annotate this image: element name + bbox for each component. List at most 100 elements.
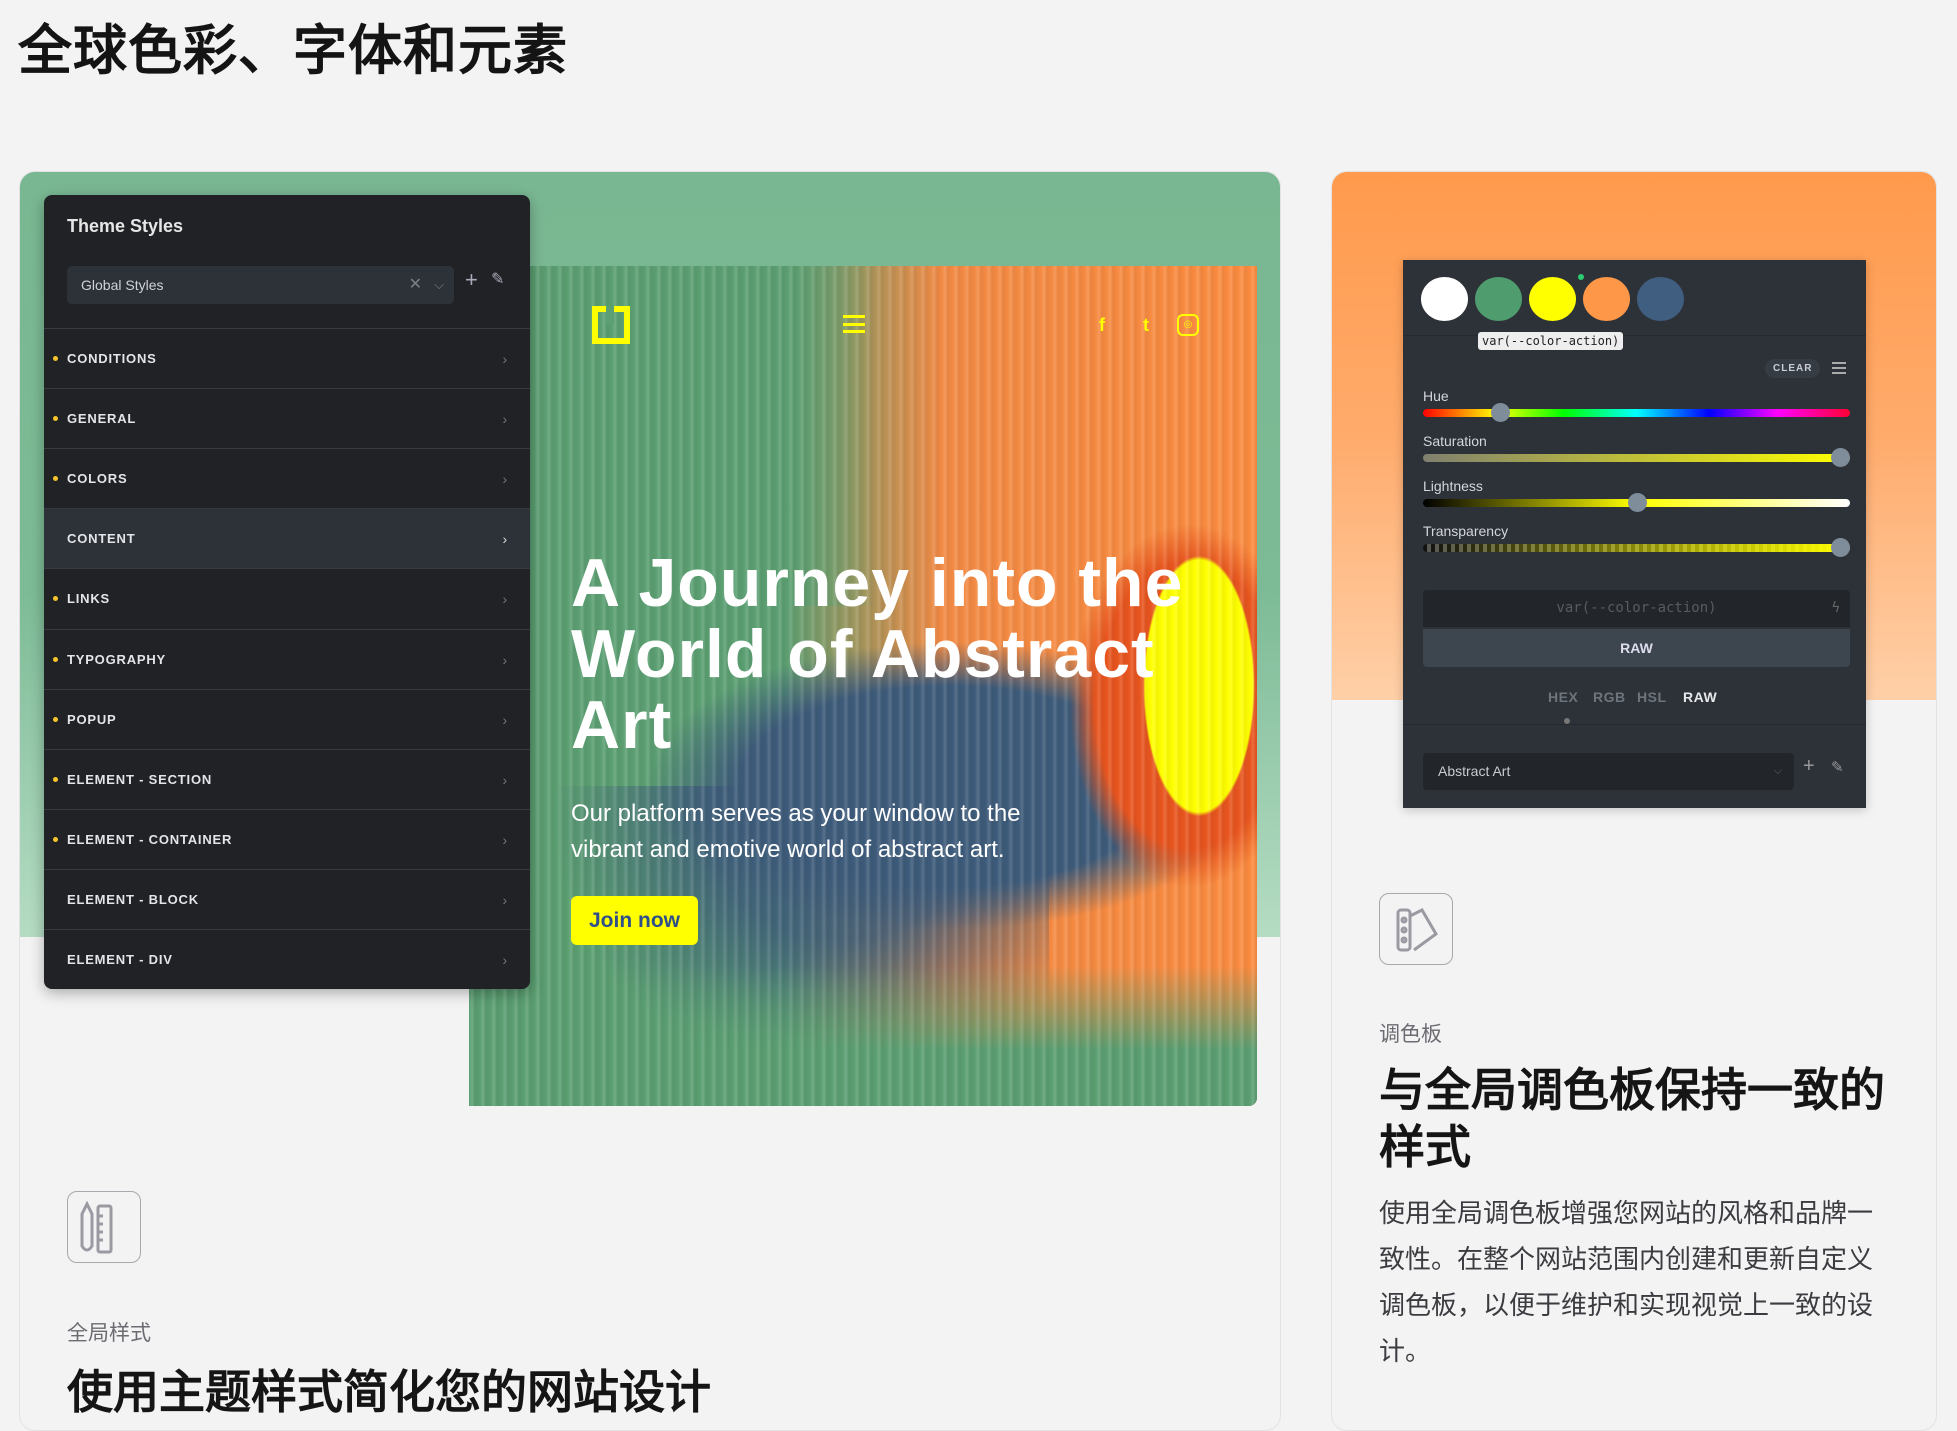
palette-select[interactable]: Abstract Art ⌵ — [1423, 753, 1794, 790]
pencil-icon[interactable]: ✎ — [1831, 758, 1844, 776]
hero-subtitle: Our platform serves as your window to th… — [571, 800, 1021, 863]
theme-row[interactable]: CONDITIONS › — [44, 328, 530, 388]
divider — [1403, 724, 1866, 725]
slider-label: Lightness — [1423, 478, 1483, 494]
theme-row-label: ELEMENT - DIV — [67, 952, 173, 967]
site-logo-icon[interactable] — [592, 306, 630, 344]
palette-eyebrow: 调色板 — [1379, 1023, 1442, 1046]
style-select-value: Global Styles — [81, 277, 164, 293]
facebook-icon[interactable]: f — [1091, 314, 1113, 336]
slider-track[interactable] — [1423, 493, 1850, 512]
slider-label: Saturation — [1423, 433, 1487, 449]
chevron-right-icon: › — [502, 771, 508, 788]
slider-thumb[interactable] — [1490, 403, 1510, 422]
theme-row-label: ELEMENT - SECTION — [67, 771, 213, 787]
chevron-right-icon: › — [502, 952, 508, 968]
add-icon[interactable]: + — [465, 267, 478, 293]
slider-thumb[interactable] — [1627, 493, 1647, 512]
chevron-right-icon: › — [502, 411, 508, 428]
chevron-down-icon[interactable]: ⌵ — [434, 266, 444, 304]
modified-dot — [53, 476, 58, 482]
bolt-icon[interactable]: ϟ — [1832, 590, 1840, 627]
color-value-placeholder: var(--color-action) — [1556, 600, 1717, 616]
palette-heading: 与全局调色板保持一致的样式 — [1379, 1064, 1885, 1173]
theme-row[interactable]: ELEMENT - CONTAINER › — [44, 808, 530, 869]
color-swatch[interactable] — [1475, 277, 1522, 321]
slider-thumb[interactable] — [1831, 448, 1850, 467]
hamburger-menu-icon[interactable] — [843, 315, 865, 333]
slider-thumb[interactable] — [1831, 538, 1850, 557]
theme-styles-panel: Theme Styles Global Styles ✕ ⌵ + ✎ CONDI… — [44, 195, 530, 989]
chevron-right-icon: › — [502, 891, 508, 908]
theme-row-label: GENERAL — [67, 411, 137, 427]
theme-row-label: CONTENT — [67, 531, 136, 547]
panel-title: Theme Styles — [67, 216, 184, 236]
clear-button[interactable]: CLEAR — [1765, 359, 1821, 378]
theme-row[interactable]: LINKS › — [44, 568, 530, 628]
chevron-right-icon: › — [502, 711, 508, 728]
theme-row[interactable]: ELEMENT - BLOCK › — [44, 868, 530, 929]
palette-select-value: Abstract Art — [1438, 763, 1511, 779]
theme-row[interactable]: GENERAL › — [44, 388, 530, 448]
theme-row-label: POPUP — [67, 711, 117, 727]
slider-track[interactable] — [1423, 448, 1850, 467]
hero-preview: f t ◎ A Journey into the World of Abstra… — [469, 266, 1257, 1106]
color-swatch[interactable] — [1637, 277, 1684, 321]
divider — [1403, 335, 1866, 336]
slider-track[interactable] — [1423, 403, 1850, 422]
modified-dot — [53, 596, 58, 602]
add-icon[interactable]: + — [1803, 755, 1815, 778]
slider-label: Hue — [1423, 388, 1449, 404]
slider-track[interactable] — [1423, 538, 1850, 557]
color-swatch[interactable] — [1529, 277, 1576, 321]
style-select[interactable]: Global Styles ✕ ⌵ — [67, 266, 454, 304]
theme-row-label: CONDITIONS — [67, 351, 157, 366]
format-tab[interactable]: RAW — [1683, 689, 1717, 705]
modified-dot — [53, 416, 58, 422]
chevron-right-icon: › — [502, 651, 508, 668]
instagram-icon[interactable]: ◎ — [1177, 314, 1199, 336]
chevron-down-icon: ⌵ — [1773, 765, 1782, 777]
theme-row-label: COLORS — [67, 471, 128, 487]
chevron-right-icon: › — [502, 471, 508, 488]
modified-dot — [53, 776, 58, 782]
chevron-right-icon: › — [502, 531, 508, 548]
theme-row-label: TYPOGRAPHY — [67, 651, 167, 667]
theme-row-label: ELEMENT - BLOCK — [67, 891, 199, 907]
theme-row-label: LINKS — [67, 591, 110, 607]
modified-dot — [53, 656, 58, 662]
color-value-input[interactable]: var(--color-action) ϟ — [1423, 590, 1850, 627]
list-icon[interactable] — [1832, 362, 1846, 374]
selected-indicator — [1578, 274, 1584, 280]
theme-row[interactable]: POPUP › — [44, 688, 530, 749]
modified-dot — [53, 356, 58, 361]
global-styles-heading: 使用主题样式简化您的网站设计 — [67, 1366, 711, 1418]
format-tab[interactable]: HSL — [1637, 689, 1667, 705]
clear-icon[interactable]: ✕ — [409, 266, 422, 304]
pencil-ruler-icon — [67, 1191, 141, 1263]
theme-row[interactable]: ELEMENT - SECTION › — [44, 748, 530, 809]
theme-row[interactable]: CONTENT › — [44, 508, 530, 569]
color-picker-panel: var(--color-action) CLEAR Hue Saturation L… — [1403, 260, 1866, 808]
slider-label: Transparency — [1423, 523, 1509, 539]
join-now-button[interactable]: Join now — [571, 896, 698, 945]
swatch-tooltip: var(--color-action) — [1478, 332, 1624, 350]
palette-description: 使用全局调色板增强您网站的风格和品牌一致性。在整个网站范围内创建和更新自定义调色… — [1379, 1198, 1874, 1366]
theme-row[interactable]: TYPOGRAPHY › — [44, 628, 530, 689]
format-tab[interactable]: RGB — [1593, 689, 1626, 705]
theme-row[interactable]: ELEMENT - DIV › — [44, 929, 530, 989]
theme-row[interactable]: COLORS › — [44, 448, 530, 508]
color-swatch[interactable] — [1421, 277, 1468, 321]
palette-icon — [1379, 893, 1453, 965]
chevron-right-icon: › — [502, 351, 508, 367]
modified-dot — [53, 836, 58, 842]
format-tab[interactable]: HEX — [1548, 689, 1578, 705]
color-swatch[interactable] — [1583, 277, 1630, 321]
twitter-icon[interactable]: t — [1135, 314, 1157, 336]
global-styles-eyebrow: 全局样式 — [67, 1322, 151, 1345]
hero-heading: A Journey into the World of Abstract Art — [571, 545, 1184, 763]
page-title: 全球色彩、字体和元素 — [18, 21, 568, 81]
pencil-icon[interactable]: ✎ — [491, 269, 504, 289]
raw-button[interactable]: RAW — [1423, 629, 1850, 667]
modified-dot — [53, 716, 58, 722]
